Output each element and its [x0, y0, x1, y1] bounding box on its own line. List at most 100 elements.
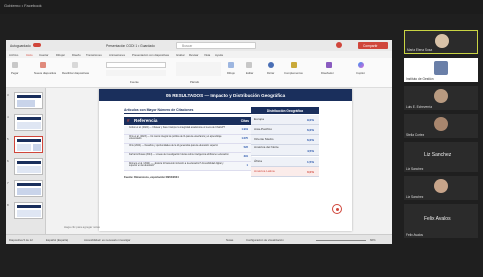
paste-label: Pegar	[11, 71, 19, 75]
menu-ayuda[interactable]: Ayuda	[215, 53, 223, 57]
igcd-logo	[434, 61, 448, 75]
geo-value: 9,0%	[306, 117, 314, 122]
menu-presentacion[interactable]: Presentación con diapositivas	[132, 53, 169, 57]
thumb-number: 3	[7, 93, 9, 97]
participant-tile[interactable]: Felix Avalos Felix Avalos	[404, 204, 478, 238]
ref-text: Chiu et al. (2023) — Un marco integral d…	[129, 135, 222, 141]
participant-tile[interactable]: Maria Elena Sosa	[404, 30, 478, 54]
slide-thumbnail-selected[interactable]	[14, 136, 43, 153]
shared-screen: Autoguardado Presentación CGDI 1 • Guard…	[6, 40, 392, 244]
thumb-number: 8	[7, 203, 9, 207]
notes-toggle[interactable]: Notas	[226, 238, 233, 242]
menu-animaciones[interactable]: Animaciones	[109, 53, 125, 57]
slide-thumbnail[interactable]	[14, 180, 43, 197]
designer-badge[interactable]	[332, 204, 342, 214]
slide-thumbnail[interactable]	[14, 114, 43, 131]
menu-grabar[interactable]: Grabar	[176, 53, 185, 57]
reuse-slides-icon[interactable]	[72, 62, 78, 68]
slide-thumbnail[interactable]	[14, 92, 43, 109]
addins-icon[interactable]	[291, 62, 297, 68]
participant-tile[interactable]: Liz Sanchez	[404, 176, 478, 200]
display-settings[interactable]: Configuración de visualización	[246, 238, 284, 242]
slide-thumbnail[interactable]	[14, 158, 43, 175]
font-group-label: Fuente	[130, 80, 139, 84]
participant-name: Instituto de Gestión	[406, 77, 434, 81]
designer-icon[interactable]	[326, 62, 332, 68]
slide-header-bar: 05 RESULTADOS — Impacto y Distribución G…	[99, 89, 352, 101]
participant-big-name: Liz Sanchez	[424, 152, 452, 158]
accessibility-status[interactable]: Accesibilidad: es necesario investigar	[84, 238, 130, 242]
hash-icon: #	[127, 118, 130, 123]
thumb-number: 6	[7, 159, 9, 163]
slide-thumbnails: 3 4 5 6 7 8	[6, 88, 46, 234]
shapes-icon[interactable]	[228, 62, 234, 68]
reuse-slides-label: Reutilizar diapositivas	[62, 71, 90, 75]
language-status[interactable]: Español (España)	[46, 238, 68, 242]
participant-tile[interactable]: Liz Sanchez Liz Sanchez	[404, 142, 478, 172]
zoom-slider[interactable]	[316, 239, 366, 241]
ref-cites: 1.070	[241, 137, 249, 140]
participant-name: Liz Sanchez	[406, 167, 424, 171]
addins-label: Complementos	[284, 71, 303, 75]
meeting-title: Gobierno • Facebook	[4, 3, 42, 8]
new-slide-icon[interactable]	[40, 62, 46, 68]
menu-archivo[interactable]: Archivo	[9, 53, 18, 57]
geo-header-label: Distribución Geográfica	[266, 108, 304, 113]
ref-text: Farhat & Rosas (2024) — Líneas de invest…	[129, 153, 229, 156]
slide-canvas[interactable]: 05 RESULTADOS — Impacto y Distribución G…	[99, 89, 352, 231]
ref-cites: 522	[243, 146, 248, 149]
table-row: Cotton et al. (2024) — Chatear y hacer t…	[124, 126, 252, 135]
geo-header: Distribución Geográfica	[251, 107, 319, 114]
geo-region: Europa	[254, 116, 264, 121]
participant-video	[434, 179, 448, 193]
menu-inicio[interactable]: Inicio	[26, 53, 33, 57]
menu-insertar[interactable]: Insertar	[39, 53, 48, 57]
slide-thumbnail[interactable]	[14, 202, 43, 219]
participant-tile[interactable]: Instituto de Gestión	[404, 58, 478, 82]
menu-vista[interactable]: Vista	[204, 53, 210, 57]
slide-title: 05 RESULTADOS — Impacto y Distribución G…	[165, 92, 286, 98]
microphone-icon[interactable]	[268, 62, 274, 68]
ref-text: Romero et al. (2024) — ¿Está la IA hacie…	[129, 162, 224, 168]
ref-cites: 391	[243, 155, 248, 158]
share-label: Compartir	[363, 43, 378, 48]
font-selector[interactable]	[106, 62, 166, 68]
table-row: Chiu (2024) — Desafíos y oportunidades d…	[124, 144, 252, 153]
references-header: # Referencia Citas	[124, 117, 252, 125]
font-format-group[interactable]	[106, 70, 166, 76]
participant-tile[interactable]: Luis E. Echeverría	[404, 86, 478, 110]
participant-tile[interactable]: Stella Cortez	[404, 114, 478, 138]
zoom-level[interactable]: 66%	[370, 238, 376, 242]
ppt-statusbar: Diapositiva 5 de 12 Español (España) Acc…	[6, 234, 392, 244]
subtitle-rule	[124, 113, 252, 114]
ppt-menubar: Archivo Inicio Insertar Dibujar Diseño T…	[6, 51, 392, 58]
menu-diseno[interactable]: Diseño	[72, 53, 81, 57]
slide-subtitle: Artículos con Mayor Número de Citaciones	[124, 108, 194, 112]
edit-icon[interactable]	[246, 62, 252, 68]
paste-icon[interactable]	[12, 62, 18, 68]
menu-transiciones[interactable]: Transiciones	[86, 53, 102, 57]
thumb-number: 4	[7, 115, 9, 119]
geo-row-highlight: América Latina 0,0%	[251, 167, 319, 177]
share-button[interactable]: Compartir	[358, 42, 388, 49]
source-note: Fuente: Dimensions, exportación 08/04/20…	[124, 176, 179, 179]
geo-row: Europa 9,0%	[251, 115, 319, 125]
copilot-icon[interactable]	[358, 62, 364, 68]
ref-cites: 1	[246, 164, 248, 167]
menu-dibujar[interactable]: Dibujar	[56, 53, 65, 57]
search-box[interactable]: Buscar	[176, 42, 256, 49]
paragraph-group[interactable]	[176, 62, 221, 76]
participant-video	[434, 89, 448, 103]
notes-placeholder[interactable]: Haga clic para agregar notas	[64, 225, 100, 229]
ref-header: Referencia	[134, 118, 158, 123]
account-avatar[interactable]	[336, 42, 342, 48]
menu-revisar[interactable]: Revisar	[189, 53, 198, 57]
geo-region: Oriente Medio	[254, 136, 274, 141]
search-placeholder: Buscar	[182, 44, 193, 49]
ppt-titlebar: Autoguardado Presentación CGDI 1 • Guard…	[6, 40, 392, 51]
participant-name: Luis E. Echeverría	[406, 105, 433, 109]
geo-value: 6,0%	[306, 127, 314, 132]
autosave-toggle[interactable]	[33, 43, 41, 47]
geo-value: 6,0%	[306, 137, 314, 142]
participant-name: Felix Avalos	[406, 233, 423, 237]
